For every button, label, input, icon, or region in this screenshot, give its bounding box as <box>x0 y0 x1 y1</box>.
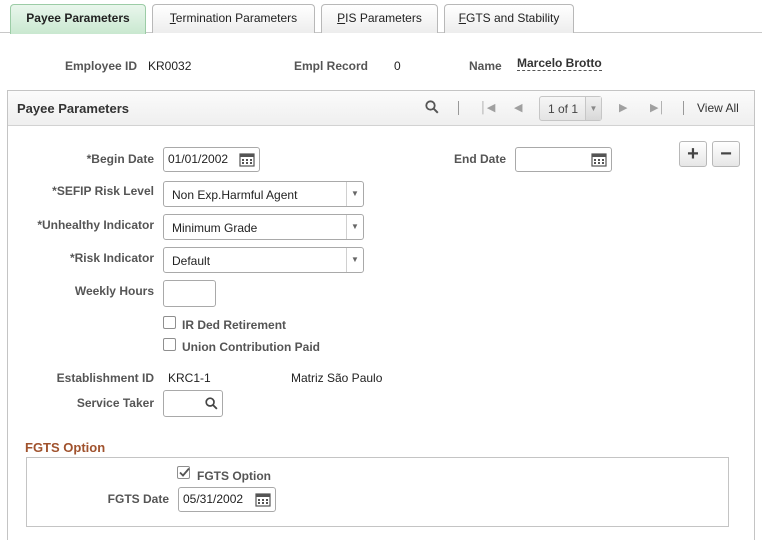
unhealthy-indicator-label: *Unhealthy Indicator <box>37 218 154 232</box>
panel-title: Payee Parameters <box>17 101 130 116</box>
lookup-search-icon[interactable] <box>205 397 218 413</box>
ir-ded-retirement-checkbox[interactable] <box>163 316 176 329</box>
previous-page-icon[interactable]: ◀ <box>514 101 522 114</box>
employee-id-label: Employee ID <box>65 59 138 73</box>
row-selector[interactable]: 1 of 1 ▼ <box>539 96 602 121</box>
name-label: Name <box>469 59 502 73</box>
sefip-risk-level-value: Non Exp.Harmful Agent <box>172 188 298 202</box>
nav-separator-2 <box>683 101 684 115</box>
checkmark-icon <box>179 467 190 477</box>
employee-name-link[interactable]: Marcelo Brotto <box>517 56 602 71</box>
plus-icon: + <box>687 143 699 165</box>
risk-indicator-value: Default <box>172 254 211 268</box>
tab-termination-parameters[interactable]: Termination Parameters <box>152 4 315 33</box>
chevron-down-icon: ▼ <box>346 182 363 206</box>
empl-record-value: 0 <box>394 59 401 73</box>
tab-bar: Payee Parameters Termination Parameters … <box>0 0 762 34</box>
begin-date-label: *Begin Date <box>86 152 154 166</box>
ir-ded-retirement-label: IR Ded Retirement <box>182 318 287 332</box>
last-page-icon[interactable]: ▶│ <box>650 101 665 114</box>
union-contribution-label: Union Contribution Paid <box>182 340 320 354</box>
fgts-date-value: 05/31/2002 <box>183 492 244 506</box>
calendar-icon[interactable] <box>255 492 271 507</box>
tab-termination-label: ermination Parameters <box>175 11 298 25</box>
risk-indicator-select[interactable]: Default ▼ <box>163 247 364 273</box>
establishment-id-label: Establishment ID <box>56 371 154 385</box>
begin-date-value: 01/01/2002 <box>168 152 229 166</box>
fgts-date-label: FGTS Date <box>107 492 169 506</box>
employee-id-value: KR0032 <box>148 59 192 73</box>
sefip-risk-level-label: *SEFIP Risk Level <box>52 184 154 198</box>
weekly-hours-input[interactable] <box>163 280 216 307</box>
establishment-id-value: KRC1-1 <box>168 371 211 385</box>
tab-fgts-label: GTS and Stability <box>465 11 560 25</box>
end-date-label: End Date <box>453 152 506 166</box>
minus-icon: − <box>720 143 732 165</box>
tab-payee-parameters[interactable]: Payee Parameters <box>10 4 146 34</box>
fgts-option-label: FGTS Option <box>197 469 271 483</box>
chevron-down-icon: ▼ <box>346 248 363 272</box>
fgts-option-checkbox[interactable] <box>177 466 190 479</box>
chevron-down-icon: ▼ <box>585 97 601 120</box>
first-page-icon[interactable]: │◀ <box>480 101 495 114</box>
weekly-hours-label: Weekly Hours <box>74 284 154 298</box>
tab-fgts-accel: F <box>458 11 466 25</box>
calendar-icon[interactable] <box>591 152 607 167</box>
tab-payee-parameters-label: Payee Parameters <box>26 11 130 25</box>
delete-row-button[interactable]: − <box>712 141 740 167</box>
row-count: 1 of 1 <box>548 102 579 116</box>
fgts-option-section-title: FGTS Option <box>25 440 106 455</box>
sefip-risk-level-select[interactable]: Non Exp.Harmful Agent ▼ <box>163 181 364 207</box>
next-page-icon[interactable]: ▶ <box>619 101 627 114</box>
begin-date-field[interactable]: 01/01/2002 <box>163 147 260 172</box>
service-taker-label: Service Taker <box>76 396 154 410</box>
fgts-date-field[interactable]: 05/31/2002 <box>178 487 276 512</box>
nav-separator <box>458 101 459 115</box>
risk-indicator-label: *Risk Indicator <box>69 251 154 265</box>
tab-fgts-and-stability[interactable]: FGTS and Stability <box>444 4 574 33</box>
tab-pis-label: IS Parameters <box>345 11 422 25</box>
unhealthy-indicator-value: Minimum Grade <box>172 221 258 235</box>
panel-header: Payee Parameters │◀ ◀ 1 of 1 ▼ ▶ ▶│ View… <box>8 91 754 126</box>
tab-pis-accel: P <box>337 11 346 25</box>
union-contribution-checkbox[interactable] <box>163 338 176 351</box>
unhealthy-indicator-select[interactable]: Minimum Grade ▼ <box>163 214 364 240</box>
search-icon[interactable] <box>425 100 439 117</box>
tab-pis-parameters[interactable]: PIS Parameters <box>321 4 438 33</box>
calendar-icon[interactable] <box>239 152 255 167</box>
chevron-down-icon: ▼ <box>346 215 363 239</box>
service-taker-input[interactable] <box>163 390 223 417</box>
end-date-field[interactable] <box>515 147 612 172</box>
view-all-link[interactable]: View All <box>697 101 739 115</box>
empl-record-label: Empl Record <box>294 59 369 73</box>
establishment-name: Matriz São Paulo <box>291 371 383 385</box>
add-row-button[interactable]: + <box>679 141 707 167</box>
